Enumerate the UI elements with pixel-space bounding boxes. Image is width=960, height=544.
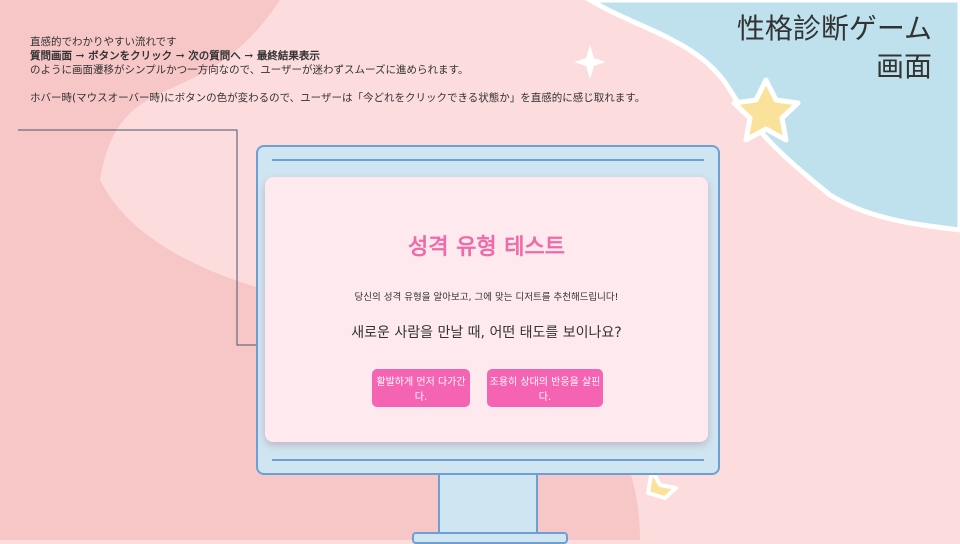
notes-line-1: 直感的でわかりやすい流れです (30, 36, 177, 48)
quiz-title: 성격 유형 테스트 (408, 235, 565, 260)
monitor-bottom-bar (272, 459, 704, 461)
page-title-line-1: 性格診断ゲーム (736, 12, 932, 45)
monitor-base (412, 532, 568, 544)
page-title-line-2: 画面 (875, 50, 932, 83)
notes-line-4: ホバー時(マウスオーバー時)にボタンの色が変わるので、ユーザーは「今どれをクリッ… (30, 92, 646, 104)
answer-button-quiet[interactable]: 조용히 상대의 반응을 살핀다. (487, 369, 603, 407)
answer-button-active[interactable]: 활발하게 먼저 다가간다. (372, 369, 470, 407)
notes-line-3: のように画面遷移がシンプルかつ一方向なので、ユーザーが迷わずスムーズに進められま… (30, 64, 469, 76)
page-title: 性格診断ゲーム 画面 (737, 10, 932, 86)
monitor-stand (438, 475, 538, 540)
quiz-card: 성격 유형 테스트 당신의 성격 유형을 알아보고, 그에 맞는 디저트를 추천… (265, 177, 708, 442)
monitor-top-bar (272, 159, 704, 161)
quiz-subtitle: 당신의 성격 유형을 알아보고, 그에 맞는 디저트를 추천해드립니다! (354, 292, 619, 303)
quiz-question: 새로운 사람을 만날 때, 어떤 태도를 보이나요? (351, 325, 622, 341)
design-notes: 直感的でわかりやすい流れです 質問画面 → ボタンをクリック → 次の質問へ →… (30, 35, 645, 105)
notes-flow: 質問画面 → ボタンをクリック → 次の質問へ → 最終結果表示 (30, 50, 320, 62)
